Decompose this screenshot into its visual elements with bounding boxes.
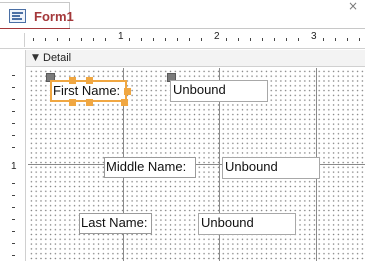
last-name-label[interactable]: Last Name: <box>79 213 152 234</box>
ruler-tick <box>238 38 239 41</box>
middle-name-label[interactable]: Middle Name: <box>104 157 196 178</box>
ruler-tick <box>323 38 324 41</box>
resize-handle[interactable] <box>121 99 128 106</box>
resize-handle[interactable] <box>69 99 76 106</box>
ruler-tick <box>69 38 70 41</box>
resize-handle[interactable] <box>86 99 93 106</box>
ruler-tick <box>12 243 15 244</box>
middle-name-textbox[interactable]: Unbound <box>222 157 320 179</box>
ruler-tick <box>12 183 15 184</box>
ruler-tick <box>12 231 15 232</box>
ruler-tick <box>12 147 15 148</box>
ruler-tick <box>359 38 360 41</box>
ruler-tick <box>165 38 166 41</box>
ruler-corner[interactable] <box>5 33 25 47</box>
section-label: Detail <box>43 52 72 64</box>
ruler-tick <box>57 38 58 41</box>
close-icon[interactable]: × <box>348 0 358 12</box>
ruler-tick <box>335 38 336 41</box>
ruler-tick <box>12 255 15 256</box>
resize-handle[interactable] <box>69 77 76 84</box>
ruler-tick <box>262 38 263 41</box>
ruler-tick <box>12 75 15 76</box>
ruler-number-3: 3 <box>311 31 317 42</box>
horizontal-ruler[interactable]: 1 2 3 <box>0 29 365 49</box>
ruler-tick <box>274 38 275 41</box>
ruler-tick <box>45 38 46 41</box>
tab-form1[interactable]: Form1 <box>0 2 74 30</box>
ruler-tick <box>177 38 178 41</box>
ruler-tick <box>12 123 15 124</box>
ruler-tick <box>226 38 227 41</box>
ruler-tick <box>12 99 15 100</box>
tab-title: Form1 <box>34 9 74 24</box>
ruler-tick <box>141 38 142 41</box>
ruler-tick <box>33 38 34 41</box>
ruler-tick <box>12 219 15 220</box>
ruler-tick <box>189 38 190 41</box>
first-name-textbox[interactable]: Unbound <box>170 80 268 102</box>
ruler-tick <box>250 38 251 41</box>
document-tab-bar: Form1 × <box>0 0 365 30</box>
ruler-number-2: 2 <box>214 31 220 42</box>
ruler-number-v1: 1 <box>11 161 17 172</box>
form-icon <box>9 9 26 23</box>
ruler-tick <box>12 207 15 208</box>
vertical-ruler[interactable]: 1 <box>0 50 26 261</box>
ruler-tick <box>347 38 348 41</box>
ruler-tick <box>81 38 82 41</box>
ruler-number-1: 1 <box>118 31 124 42</box>
ruler-tick <box>129 38 130 41</box>
ruler-tick <box>12 195 15 196</box>
resize-handle[interactable] <box>124 88 131 95</box>
last-name-textbox[interactable]: Unbound <box>198 213 296 235</box>
resize-handle[interactable] <box>86 77 93 84</box>
ruler-tick <box>93 38 94 41</box>
ruler-tick <box>12 111 15 112</box>
ruler-tick <box>153 38 154 41</box>
detail-section-bar[interactable]: ▼ Detail <box>26 50 365 67</box>
ruler-tick <box>298 38 299 41</box>
ruler-tick <box>286 38 287 41</box>
ruler-tick <box>201 38 202 41</box>
ruler-tick <box>12 87 15 88</box>
collapse-arrow-icon[interactable]: ▼ <box>32 53 39 63</box>
ruler-tick <box>105 38 106 41</box>
ruler-tick <box>12 135 15 136</box>
